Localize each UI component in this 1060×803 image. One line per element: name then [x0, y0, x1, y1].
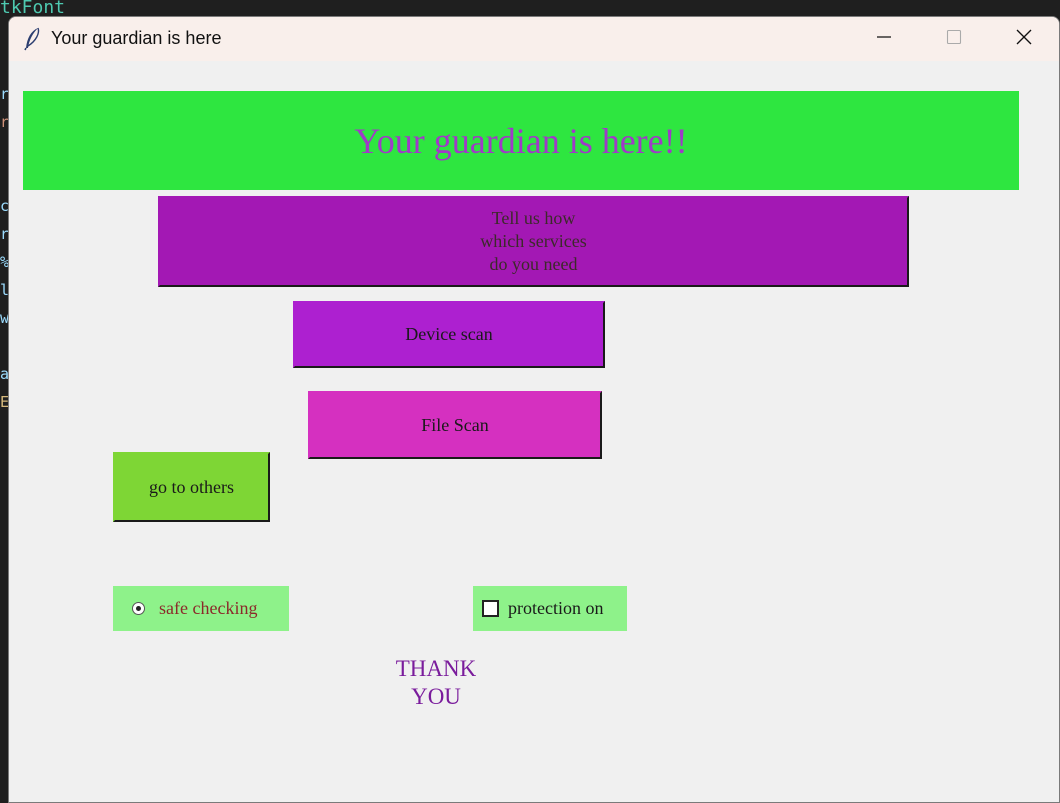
- app-window: Your guardian is here Your guardian is h…: [8, 16, 1060, 803]
- radio-selected-dot: [136, 606, 141, 611]
- checkbox-label: protection on: [508, 598, 604, 618]
- device-scan-button[interactable]: Device scan: [293, 301, 605, 368]
- close-icon: [1015, 28, 1033, 50]
- go-to-others-button[interactable]: go to others: [113, 452, 270, 522]
- maximize-button[interactable]: [919, 17, 989, 61]
- tell-us-services-button[interactable]: Tell us how which services do you need: [158, 196, 909, 287]
- feather-icon: [23, 27, 43, 51]
- title-bar[interactable]: Your guardian is here: [9, 17, 1059, 61]
- radio-label: safe checking: [159, 598, 258, 618]
- minimize-icon: [876, 29, 892, 49]
- safe-checking-radio[interactable]: safe checking: [113, 586, 289, 631]
- header-banner: Your guardian is here!!: [23, 91, 1019, 190]
- minimize-button[interactable]: [849, 17, 919, 61]
- checkbox-indicator[interactable]: [482, 600, 499, 617]
- window-title: Your guardian is here: [51, 28, 222, 48]
- close-button[interactable]: [989, 17, 1059, 61]
- protection-on-checkbox[interactable]: protection on: [473, 586, 627, 631]
- radio-indicator[interactable]: [132, 602, 145, 615]
- thank-you-label: THANK YOU: [395, 656, 477, 709]
- file-scan-button[interactable]: File Scan: [308, 391, 602, 459]
- maximize-icon: [946, 29, 962, 49]
